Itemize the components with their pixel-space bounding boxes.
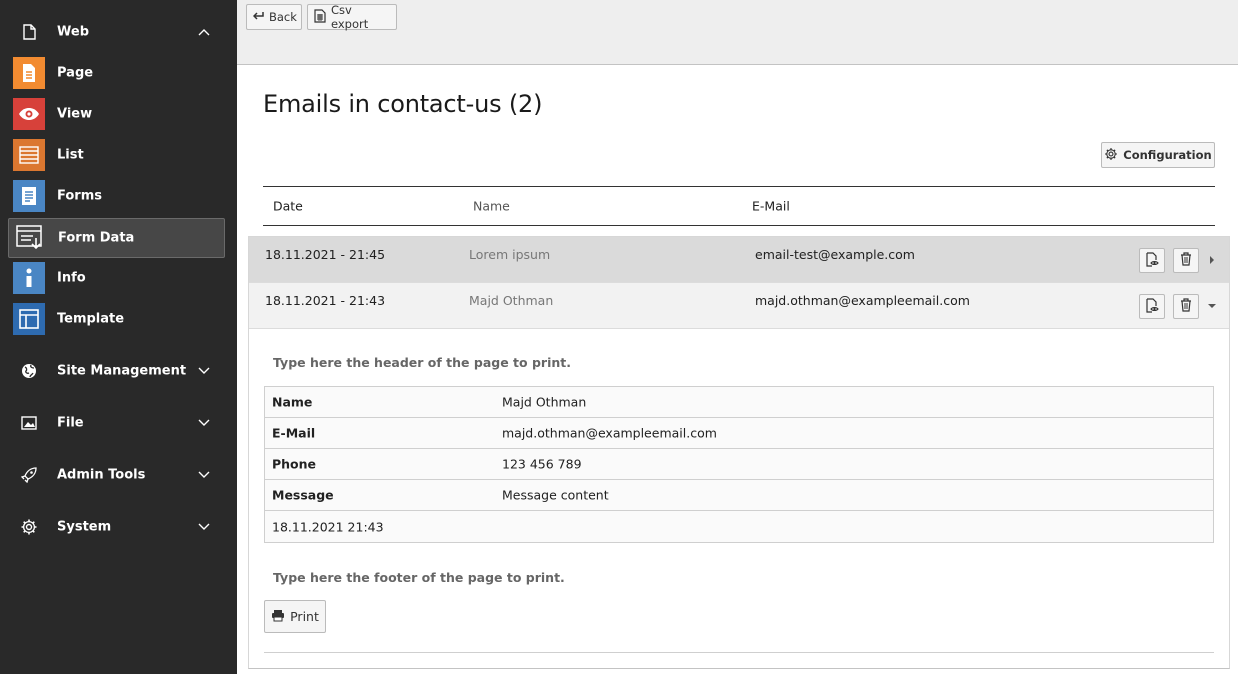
preview-button[interactable] [1139, 294, 1165, 319]
divider [264, 652, 1214, 653]
globe-icon [20, 362, 38, 380]
chevron-down-icon[interactable] [196, 467, 212, 483]
print-button[interactable]: Print [264, 600, 326, 633]
csv-export-label: Csv export [331, 3, 369, 31]
template-icon [13, 303, 45, 335]
detail-row-message: Message Message content [265, 480, 1213, 511]
preview-button[interactable] [1139, 248, 1165, 273]
table-row[interactable]: 18.11.2021 - 21:45 Lorem ipsum email-tes… [249, 237, 1229, 283]
print-button-label: Print [290, 609, 319, 624]
row-date: 18.11.2021 - 21:43 [265, 293, 386, 308]
sidebar-item-label: Template [57, 311, 125, 327]
row-email: majd.othman@exampleemail.com [755, 293, 970, 308]
document-view-icon [1145, 297, 1159, 316]
detail-row-phone: Phone 123 456 789 [265, 449, 1213, 480]
column-header-email: E-Mail [752, 198, 790, 214]
sidebar-item-view[interactable]: View [8, 94, 225, 134]
row-date: 18.11.2021 - 21:45 [265, 247, 386, 262]
form-data-icon [13, 222, 45, 254]
configuration-label: Configuration [1123, 148, 1212, 162]
row-name: Lorem ipsum [469, 247, 551, 262]
sidebar-group-web[interactable]: Web [0, 14, 237, 50]
sidebar-item-form-data[interactable]: Form Data [8, 218, 225, 258]
forms-icon [13, 180, 45, 212]
detail-table: Name Majd Othman E-Mail majd.othman@exam… [264, 386, 1214, 543]
eye-icon [13, 98, 45, 130]
page-icon [13, 57, 45, 89]
printer-icon [271, 609, 285, 625]
chevron-down-icon[interactable] [196, 519, 212, 535]
detail-key: Name [272, 394, 313, 410]
sidebar-item-page[interactable]: Page [8, 53, 225, 93]
chevron-down-icon[interactable] [196, 363, 212, 379]
detail-row-timestamp: 18.11.2021 21:43 [265, 511, 1213, 542]
sidebar-item-label: Info [57, 270, 86, 286]
sidebar-item-label: View [57, 106, 93, 122]
sidebar-group-label: Admin Tools [57, 467, 146, 483]
detail-value: majd.othman@exampleemail.com [502, 425, 717, 441]
return-arrow-icon [252, 10, 264, 24]
sidebar-group-label: Site Management [57, 363, 187, 379]
trash-icon [1180, 298, 1192, 315]
sidebar-item-info[interactable]: Info [8, 258, 225, 298]
sidebar-item-label: Form Data [58, 230, 135, 246]
sidebar-group-label: Web [57, 24, 89, 40]
list-icon [13, 139, 45, 171]
rocket-icon [20, 466, 38, 484]
detail-value: Majd Othman [502, 394, 587, 410]
gear-icon [20, 518, 38, 536]
page-title: Emails in contact-us (2) [263, 90, 543, 118]
column-header-name: Name [473, 198, 510, 214]
sidebar-item-template[interactable]: Template [8, 299, 225, 339]
sidebar-group-site-management[interactable]: Site Management [0, 353, 237, 389]
sidebar-item-list[interactable]: List [8, 135, 225, 175]
table-row[interactable]: 18.11.2021 - 21:43 Majd Othman majd.othm… [249, 283, 1229, 329]
gear-icon [1104, 147, 1118, 164]
module-toolbar: Back Csv export [237, 0, 1238, 65]
email-detail-panel: Type here the header of the page to prin… [249, 330, 1229, 668]
sidebar-item-label: List [57, 147, 84, 163]
column-header-date: Date [273, 198, 303, 214]
back-button[interactable]: Back [246, 4, 302, 30]
detail-value: 123 456 789 [502, 456, 582, 472]
detail-value: Message content [502, 487, 609, 503]
back-button-label: Back [269, 10, 297, 24]
trash-icon [1180, 252, 1192, 269]
sidebar-item-label: Page [57, 65, 94, 81]
sidebar-group-label: System [57, 519, 112, 535]
table-header: Date Name E-Mail [263, 186, 1215, 226]
detail-row-name: Name Majd Othman [265, 387, 1213, 418]
email-list: 18.11.2021 - 21:45 Lorem ipsum email-tes… [248, 236, 1230, 669]
detail-timestamp: 18.11.2021 21:43 [272, 519, 384, 534]
document-view-icon [1145, 251, 1159, 270]
detail-key: Phone [272, 456, 317, 472]
caret-right-icon[interactable] [1207, 255, 1217, 265]
configuration-button[interactable]: Configuration [1101, 142, 1215, 168]
csv-file-icon [314, 8, 326, 26]
print-header-text: Type here the header of the page to prin… [273, 355, 571, 370]
main-content: Emails in contact-us (2) Configuration D… [237, 66, 1238, 674]
row-name: Majd Othman [469, 293, 554, 308]
sidebar-group-system[interactable]: System [0, 509, 237, 545]
sidebar-item-label: Forms [57, 188, 102, 204]
document-icon [20, 23, 38, 41]
print-footer-text: Type here the footer of the page to prin… [273, 570, 565, 585]
sidebar-group-admin-tools[interactable]: Admin Tools [0, 457, 237, 493]
csv-export-button[interactable]: Csv export [307, 3, 397, 31]
caret-down-icon[interactable] [1207, 301, 1217, 311]
image-icon [20, 414, 38, 432]
info-icon [13, 262, 45, 294]
detail-row-email: E-Mail majd.othman@exampleemail.com [265, 418, 1213, 449]
delete-button[interactable] [1173, 248, 1199, 273]
detail-key: Message [272, 487, 334, 503]
chevron-down-icon[interactable] [196, 415, 212, 431]
sidebar: Web Page View List Forms Form Data Info … [0, 0, 237, 674]
sidebar-group-label: File [57, 415, 84, 431]
row-email: email-test@example.com [755, 247, 915, 262]
chevron-up-icon[interactable] [196, 24, 212, 40]
sidebar-group-file[interactable]: File [0, 405, 237, 441]
delete-button[interactable] [1173, 294, 1199, 319]
detail-key: E-Mail [272, 425, 316, 441]
sidebar-item-forms[interactable]: Forms [8, 176, 225, 216]
